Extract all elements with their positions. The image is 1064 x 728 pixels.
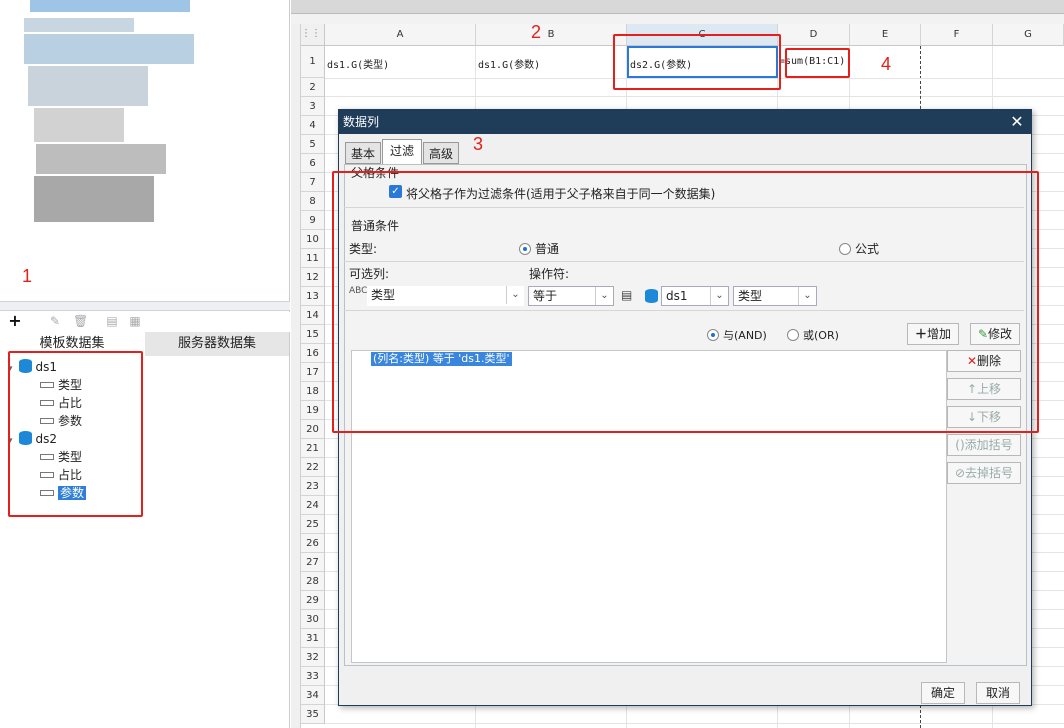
row-header[interactable]: 18 [301, 382, 325, 401]
row-header[interactable]: 17 [301, 363, 325, 382]
blurred-item [34, 108, 124, 142]
row-header[interactable]: 30 [301, 610, 325, 629]
sheet-top-bar [291, 0, 1064, 14]
blurred-item [36, 144, 166, 174]
annotation-4: 4 [881, 54, 892, 74]
column-header-g[interactable]: G [993, 24, 1064, 46]
grid-line [325, 723, 1064, 724]
cancel-button[interactable]: 取消 [976, 682, 1020, 704]
blurred-item [34, 176, 154, 222]
annotation-1: 1 [22, 266, 33, 286]
dataset-panel: + ✎ 🗑 ▤ ▦ 模板数据集 服务器数据集 ▾ ds1 类型 占比 参数 ▾ ds… [0, 0, 290, 728]
cell-a1[interactable]: ds1.G(类型) [327, 56, 389, 71]
row-header[interactable]: 7 [301, 173, 325, 192]
tab-server-dataset[interactable]: 服务器数据集 [145, 332, 289, 356]
close-icon[interactable]: ✕ [1007, 110, 1027, 134]
column-header-f[interactable]: F [921, 24, 993, 46]
column-header-a[interactable]: A [325, 24, 476, 46]
row-header[interactable]: 28 [301, 572, 325, 591]
highlight-box-1 [8, 351, 143, 517]
row-header[interactable]: 21 [301, 439, 325, 458]
highlight-box-4 [785, 48, 850, 78]
row-header[interactable]: 5 [301, 135, 325, 154]
row-header[interactable]: 24 [301, 496, 325, 515]
row-header[interactable]: 27 [301, 553, 325, 572]
row-header[interactable]: 10 [301, 230, 325, 249]
row-header[interactable]: 26 [301, 534, 325, 553]
grid-line [325, 96, 1064, 97]
column-header-b[interactable]: B [476, 24, 627, 46]
bracket-icon: () [955, 438, 965, 452]
row-header[interactable]: 22 [301, 458, 325, 477]
row-header[interactable]: 12 [301, 268, 325, 287]
param-icon[interactable]: ▦ [128, 314, 142, 328]
tab-basic[interactable]: 基本 [345, 142, 381, 164]
edit-icon[interactable]: ✎ [48, 314, 62, 328]
blurred-item [30, 0, 190, 12]
add-icon[interactable]: + [8, 313, 22, 329]
row-header[interactable]: 8 [301, 192, 325, 211]
row-header[interactable]: 6 [301, 154, 325, 173]
cell-b1[interactable]: ds1.G(参数) [478, 56, 540, 71]
remove-bracket-button[interactable]: ⊘去掉括号 [947, 462, 1021, 484]
row-header[interactable]: 35 [301, 705, 325, 724]
column-header-e[interactable]: E [850, 24, 921, 46]
annotation-3: 3 [473, 134, 484, 154]
annotation-2: 2 [531, 22, 542, 42]
row-header[interactable]: 4 [301, 116, 325, 135]
row-header[interactable]: 29 [301, 591, 325, 610]
select-all-corner[interactable]: ⋮⋮⋮ [301, 24, 331, 46]
panel-splitter[interactable] [0, 301, 290, 311]
row-header[interactable]: 14 [301, 306, 325, 325]
tab-advanced[interactable]: 高级 [423, 142, 459, 164]
blurred-item [24, 18, 134, 32]
blurred-item [24, 34, 194, 64]
row-header[interactable]: 15 [301, 325, 325, 344]
row-header[interactable]: 3 [301, 97, 325, 116]
row-header[interactable]: 19 [301, 401, 325, 420]
remove-bracket-icon: ⊘ [954, 466, 966, 480]
row-header[interactable]: 13 [301, 287, 325, 306]
preview-icon[interactable]: ▤ [105, 314, 119, 328]
sheet-left-gutter [291, 24, 301, 728]
dataset-toolbar: + ✎ 🗑 ▤ ▦ [0, 312, 290, 332]
row-header[interactable]: 2 [301, 78, 325, 97]
row-header[interactable]: 31 [301, 629, 325, 648]
row-header[interactable]: 20 [301, 420, 325, 439]
row-header[interactable]: 9 [301, 211, 325, 230]
row-header[interactable]: 1 [301, 46, 325, 78]
row-header[interactable]: 33 [301, 667, 325, 686]
blurred-item [28, 66, 148, 106]
row-header[interactable]: 34 [301, 686, 325, 705]
row-header[interactable]: 16 [301, 344, 325, 363]
tab-filter[interactable]: 过滤 [382, 139, 422, 164]
add-bracket-button[interactable]: ()添加括号 [947, 434, 1021, 456]
highlight-box-2 [613, 34, 781, 90]
dialog-title: 数据列 [339, 110, 1031, 134]
highlight-box-3 [332, 171, 1039, 433]
ok-button[interactable]: 确定 [921, 682, 965, 704]
sheet-toolbar-gap [291, 14, 1064, 24]
column-header-d[interactable]: D [778, 24, 850, 46]
row-header[interactable]: 11 [301, 249, 325, 268]
delete-icon[interactable]: 🗑 [73, 314, 88, 328]
row-header[interactable]: 25 [301, 515, 325, 534]
row-header[interactable]: 23 [301, 477, 325, 496]
row-header[interactable]: 32 [301, 648, 325, 667]
